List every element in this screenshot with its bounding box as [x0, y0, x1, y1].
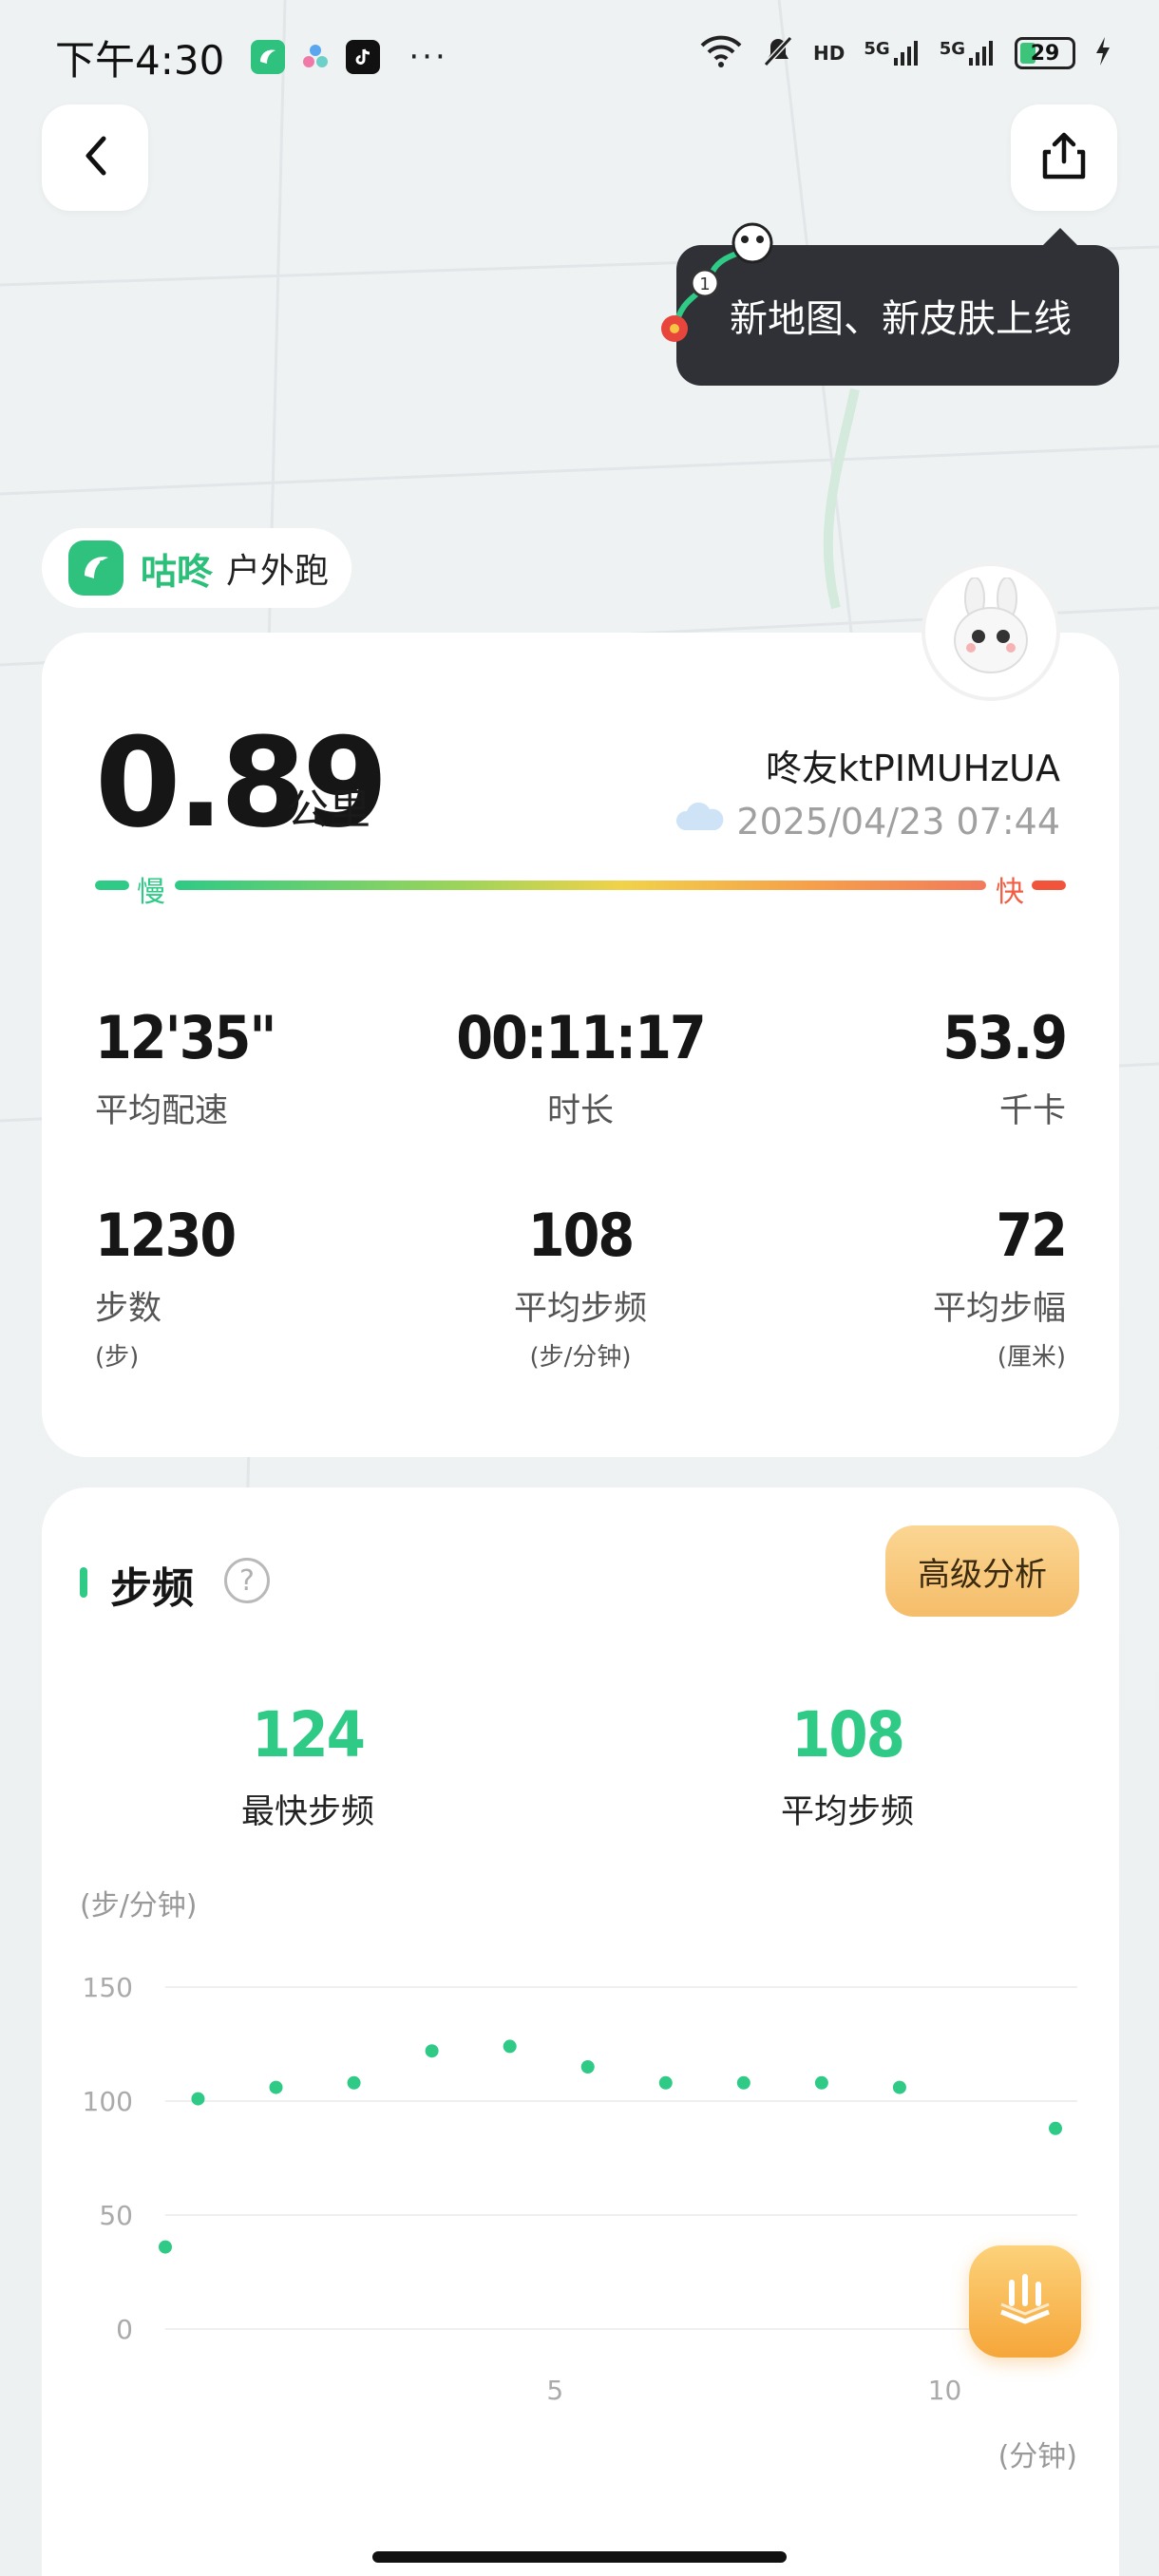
y-tick-label: 0 [116, 2314, 133, 2345]
pace-legend-bar: 慢 快 [95, 872, 1066, 909]
floating-action-button[interactable] [969, 2245, 1081, 2358]
username: 咚友ktPIMUHzUA [766, 748, 1060, 789]
stat-value: 108 [527, 1201, 635, 1270]
stat-unit: (厘米) [997, 1343, 1066, 1372]
stat-value: 00:11:17 [456, 1003, 707, 1072]
stat-label: 千卡 [998, 1092, 1066, 1130]
section-marker [80, 1567, 87, 1598]
stat-value: 12'35" [95, 1003, 276, 1072]
source-pill: 咕咚 户外跑 [42, 528, 352, 608]
help-icon[interactable]: ? [224, 1558, 270, 1603]
pace-gradient [175, 881, 986, 890]
stat-avg-cadence: 108 平均步频 (步/分钟) [438, 1201, 723, 1373]
y-tick-label: 150 [83, 1972, 133, 2003]
mute-bell-icon [762, 34, 794, 72]
avatar[interactable] [922, 562, 1060, 701]
stat-avg-stride: 72 平均步幅 (厘米) [932, 1201, 1068, 1373]
rabbit-avatar-icon [939, 577, 1043, 686]
stat-value: 72 [996, 1201, 1068, 1270]
max-cadence-value: 124 [252, 1698, 366, 1771]
data-point [159, 2240, 172, 2254]
source-type: 户外跑 [226, 552, 330, 591]
signal-2-icon: 5G [940, 39, 996, 67]
stat-label: 时长 [546, 1092, 614, 1130]
status-bar: 下午4:30 ··· HD 5G 5G 29 [0, 0, 1159, 114]
data-point [1049, 2121, 1063, 2135]
stat-value: 1230 [95, 1201, 237, 1270]
max-cadence: 124 最快步频 [165, 1698, 450, 1833]
stat-unit: (步/分钟) [529, 1343, 632, 1372]
battery-icon: 29 [1015, 37, 1075, 69]
sound-wave-icon [992, 2266, 1058, 2337]
stat-unit: (步) [95, 1343, 140, 1372]
share-button[interactable] [1011, 104, 1117, 211]
avg-cadence: 108 平均步频 [705, 1698, 990, 1833]
cadence-title: 步频 [110, 1564, 194, 1613]
stat-label: 平均步幅 [932, 1290, 1066, 1328]
source-brand: 咕咚 [141, 550, 214, 593]
gudong-app-icon [251, 40, 286, 74]
tiktok-app-icon [346, 40, 381, 74]
data-point [814, 2075, 828, 2090]
share-icon [1039, 129, 1089, 186]
advanced-analysis-button[interactable]: 高级分析 [885, 1525, 1079, 1617]
fast-label: 快 [996, 876, 1024, 909]
stat-duration: 00:11:17 时长 [438, 1003, 723, 1132]
data-point [736, 2075, 750, 2090]
wifi-icon [699, 34, 743, 72]
stat-avg-pace: 12'35" 平均配速 [95, 1003, 276, 1132]
run-summary-card: 0.89 公里 咚友ktPIMUHzUA 2025/04/23 07:44 慢 … [42, 633, 1119, 1457]
charging-icon [1094, 36, 1112, 70]
y-tick-label: 100 [83, 2086, 133, 2117]
x-axis-label: (分钟) [998, 2440, 1077, 2473]
slow-segment [95, 881, 129, 890]
x-tick-label: 5 [546, 2375, 563, 2406]
stat-label: 平均配速 [95, 1092, 229, 1130]
y-axis-label: (步/分钟) [80, 1889, 198, 1923]
datetime-text: 2025/04/23 07:44 [736, 800, 1060, 843]
data-point [580, 2060, 595, 2074]
x-tick-label: 10 [928, 2375, 962, 2406]
data-point [191, 2092, 205, 2106]
data-point [269, 2080, 283, 2094]
route-sticker-icon: 1 [646, 215, 788, 361]
stat-value: 53.9 [942, 1003, 1068, 1072]
data-point [347, 2075, 361, 2090]
signal-1-icon: 5G [864, 39, 920, 67]
cadence-chart-svg: (步/分钟) 150 100 50 0 5 10 (分钟) [80, 1889, 1077, 2473]
avg-cadence-value: 108 [791, 1698, 905, 1771]
stat-label: 步数 [95, 1290, 162, 1328]
avg-cadence-label: 平均步频 [780, 1793, 914, 1831]
battery-level: 29 [1030, 41, 1060, 66]
slow-label: 慢 [137, 876, 165, 909]
network-5g-label: 5G [864, 39, 890, 59]
data-point [658, 2075, 673, 2090]
status-more-icon: ··· [408, 38, 448, 76]
data-point [425, 2044, 439, 2058]
chevron-left-icon [79, 133, 111, 182]
cadence-chart: (步/分钟) 150 100 50 0 5 10 (分钟) [42, 1886, 1119, 2494]
stat-label: 平均步频 [513, 1290, 647, 1328]
tooltip-arrow [1041, 228, 1079, 247]
cluster-app-icon [298, 40, 332, 74]
y-tick-label: 50 [99, 2200, 133, 2231]
gudong-logo-icon [68, 540, 124, 596]
hd-badge: HD [813, 42, 846, 65]
svg-text:1: 1 [699, 275, 710, 294]
run-datetime: 2025/04/23 07:44 [674, 800, 1060, 843]
back-button[interactable] [42, 104, 148, 211]
cloud-weather-icon [674, 800, 725, 843]
home-indicator[interactable] [372, 2551, 787, 2563]
distance-unit: 公里 [287, 786, 370, 834]
cadence-card: 步频 ? 高级分析 124 最快步频 108 平均步频 (步/分钟) 150 100… [42, 1487, 1119, 2576]
stat-steps: 1230 步数 (步) [95, 1201, 237, 1373]
data-point [892, 2080, 906, 2094]
data-point [503, 2039, 517, 2054]
max-cadence-label: 最快步频 [240, 1793, 374, 1831]
fast-segment [1032, 881, 1066, 890]
stat-calories: 53.9 千卡 [942, 1003, 1068, 1132]
status-time: 下午4:30 [55, 36, 225, 84]
network-5g-label: 5G [939, 39, 965, 59]
